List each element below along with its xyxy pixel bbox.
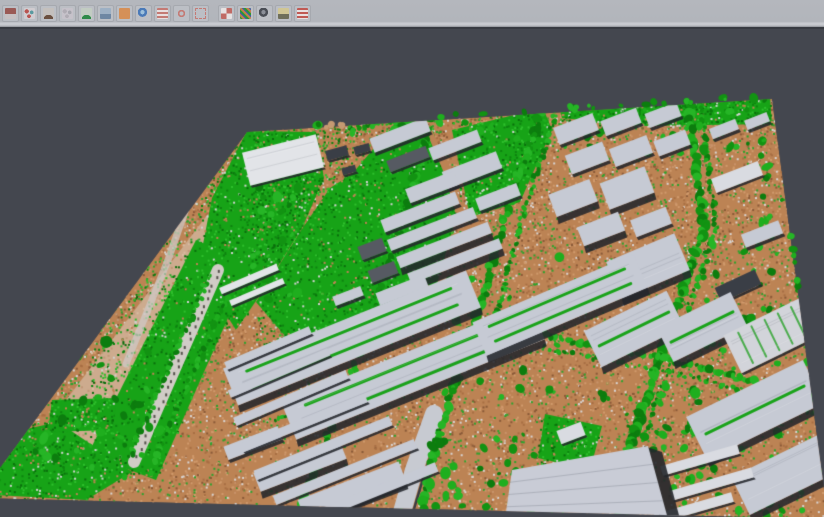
viewport-canvas[interactable] — [0, 29, 824, 517]
classified-cloud-icon-button[interactable] — [237, 5, 254, 22]
contour-red-icon-button[interactable] — [154, 5, 171, 22]
colored-points-icon-button[interactable] — [21, 5, 38, 22]
main-toolbar — [0, 0, 824, 27]
globe-icon-button[interactable] — [135, 5, 152, 22]
prism-blue-icon-button[interactable] — [97, 5, 114, 22]
ortho-orange-icon — [119, 8, 130, 19]
selection-marks-icon-button[interactable] — [192, 5, 209, 22]
circle-red-icon-button[interactable] — [173, 5, 190, 22]
toolbar-separator — [211, 5, 218, 22]
faint-points-icon — [62, 8, 73, 19]
selection-marks-icon — [195, 8, 206, 19]
colored-points-icon — [24, 8, 35, 19]
dark-sphere-icon-button[interactable] — [256, 5, 273, 22]
clipboard-yellow-icon-button[interactable] — [275, 5, 292, 22]
ortho-orange-icon-button[interactable] — [116, 5, 133, 22]
dark-sphere-icon — [259, 8, 270, 19]
flag-red-icon-button[interactable] — [294, 5, 311, 22]
faint-points-icon-button[interactable] — [59, 5, 76, 22]
application-window: { "app": { "toolbar_bg": "#b3b6bc", "vie… — [0, 0, 824, 517]
classified-cloud-icon — [240, 8, 251, 19]
circle-red-icon — [176, 8, 187, 19]
grid-red-icon — [221, 8, 232, 19]
viewport-3d — [0, 27, 824, 517]
grid-red-icon-button[interactable] — [218, 5, 235, 22]
terrain-green-icon — [81, 8, 92, 19]
classify-red-icon — [5, 8, 16, 19]
terrain-brown-icon-button[interactable] — [40, 5, 57, 22]
flag-red-icon — [297, 8, 308, 19]
terrain-brown-icon — [43, 8, 54, 19]
globe-icon — [138, 8, 149, 19]
prism-blue-icon — [100, 8, 111, 19]
classify-red-icon-button[interactable] — [2, 5, 19, 22]
terrain-green-icon-button[interactable] — [78, 5, 95, 22]
clipboard-yellow-icon — [278, 8, 289, 19]
contour-red-icon — [157, 8, 168, 19]
